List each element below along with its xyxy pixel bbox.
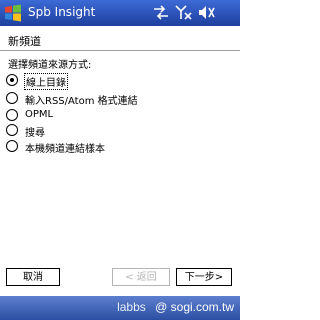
bottom-bar: labbs @ sogi.com.tw [0,296,240,320]
option-rss-atom-link[interactable]: 輸入RSS/Atom 格式連結 [6,92,226,107]
radio-button[interactable] [6,140,18,152]
watermark-labbs: labbs [117,300,146,314]
option-label: OPML [25,109,54,120]
title-bar: Spb Insight [0,0,240,26]
option-local-samples[interactable]: 本機頻道連結樣本 [6,140,226,155]
radio-button[interactable] [6,124,18,136]
radio-button[interactable] [6,74,18,86]
divider [0,50,240,51]
watermark: labbs @ sogi.com.tw [117,300,234,314]
option-label: 搜尋 [25,128,45,139]
cancel-button[interactable]: 取消 [6,268,60,286]
radio-button[interactable] [6,109,18,121]
sync-icon[interactable] [152,5,170,20]
page-title: 新頻道 [8,35,41,48]
radio-button[interactable] [6,92,18,104]
option-label: 線上目錄 [24,73,68,90]
option-label: 本機頻道連結樣本 [25,144,105,155]
option-label: 輸入RSS/Atom 格式連結 [25,96,138,107]
source-prompt: 選擇頻道來源方式: [8,60,92,71]
option-opml[interactable]: OPML [6,109,226,124]
back-button[interactable]: < 返回 [112,268,170,286]
next-button[interactable]: 下一步> [176,268,232,286]
option-online-directory[interactable]: 線上目錄 [6,73,226,90]
option-search[interactable]: 搜尋 [6,124,226,139]
app-title: Spb Insight [28,5,96,19]
signal-off-icon[interactable] [175,5,193,20]
volume-icon[interactable] [198,5,216,20]
windows-start-icon[interactable] [3,3,23,23]
watermark-site: @ sogi.com.tw [155,300,234,314]
